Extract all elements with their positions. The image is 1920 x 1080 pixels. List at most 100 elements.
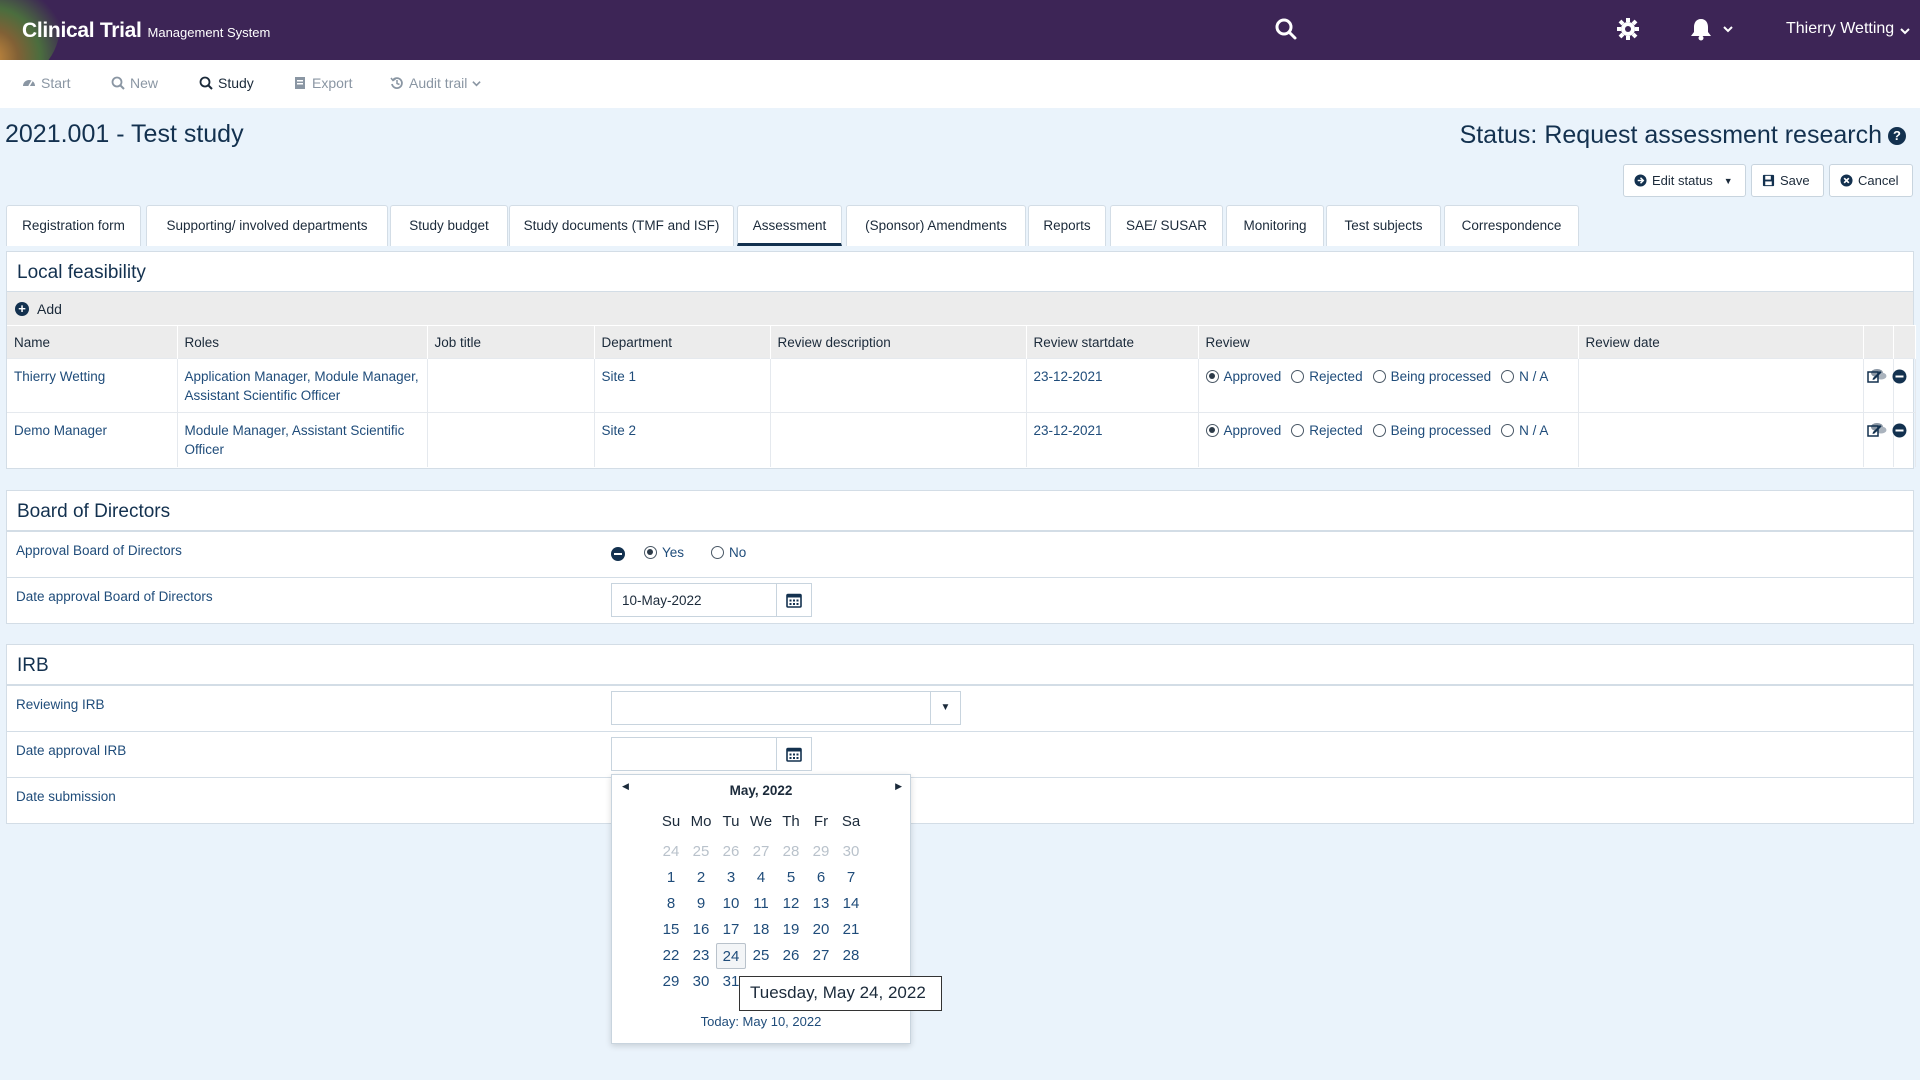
tab-sae-susar[interactable]: SAE/ SUSAR xyxy=(1110,205,1223,246)
calendar-day[interactable]: 9 xyxy=(686,891,716,917)
start-button[interactable]: Start xyxy=(22,75,71,91)
calendar-day[interactable]: 7 xyxy=(836,865,866,891)
tab-study-budget[interactable]: Study budget xyxy=(390,205,508,246)
tab-registration-form[interactable]: Registration form xyxy=(6,205,141,246)
save-button[interactable]: Save xyxy=(1751,164,1824,197)
audit-trail-label: Audit trail xyxy=(409,75,468,91)
notifications-chevron-down-icon[interactable] xyxy=(1722,22,1734,40)
radio-na[interactable]: N / A xyxy=(1501,421,1548,440)
calendar-day[interactable]: 11 xyxy=(746,891,776,917)
date-approval-board-input[interactable]: 10-May-2022 xyxy=(611,583,777,617)
calendar-day[interactable]: 19 xyxy=(776,917,806,943)
user-chevron-down-icon[interactable] xyxy=(1899,24,1911,42)
radio-no[interactable]: No xyxy=(711,545,746,560)
calendar-day[interactable]: 20 xyxy=(806,917,836,943)
calendar-day[interactable]: 1 xyxy=(656,865,686,891)
calendar-day[interactable]: 2 xyxy=(686,865,716,891)
tab-assessment[interactable]: Assessment xyxy=(737,205,842,246)
new-button[interactable]: New xyxy=(111,75,158,91)
calendar-day[interactable]: 12 xyxy=(776,891,806,917)
tab-study-documents[interactable]: Study documents (TMF and ISF) xyxy=(509,205,734,246)
calendar-day[interactable]: 22 xyxy=(656,943,686,969)
remove-icon[interactable] xyxy=(1892,423,1907,438)
calendar-day-other-month[interactable]: 26 xyxy=(716,839,746,865)
calendar-button[interactable] xyxy=(776,583,812,617)
search-icon[interactable] xyxy=(1274,17,1300,43)
reviewing-irb-select[interactable]: ▼ xyxy=(611,691,961,725)
radio-rejected[interactable]: Rejected xyxy=(1291,367,1363,386)
calendar-day[interactable]: 29 xyxy=(656,969,686,995)
help-icon[interactable]: ? xyxy=(1888,126,1906,145)
tab-correspondence[interactable]: Correspondence xyxy=(1444,205,1579,246)
column-header-review-description[interactable]: Review description xyxy=(770,325,1027,359)
export-button[interactable]: Export xyxy=(293,75,352,91)
remove-icon[interactable] xyxy=(1892,369,1907,384)
calendar-day[interactable]: 3 xyxy=(716,865,746,891)
tab-sponsor-amendments[interactable]: (Sponsor) Amendments xyxy=(846,205,1026,246)
calendar-day[interactable]: 15 xyxy=(656,917,686,943)
today-link[interactable]: Today: May 10, 2022 xyxy=(612,1014,910,1029)
calendar-day[interactable]: 6 xyxy=(806,865,836,891)
calendar-button[interactable] xyxy=(776,737,812,771)
radio-rejected[interactable]: Rejected xyxy=(1291,421,1363,440)
calendar-day[interactable]: 16 xyxy=(686,917,716,943)
calendar-day-other-month[interactable]: 28 xyxy=(776,839,806,865)
radio-yes[interactable]: Yes xyxy=(644,545,684,560)
bell-icon[interactable] xyxy=(1690,17,1716,43)
calendar-day[interactable]: 14 xyxy=(836,891,866,917)
calendar-day-other-month[interactable]: 27 xyxy=(746,839,776,865)
table-row: Thierry Wetting Application Manager, Mod… xyxy=(7,358,1916,413)
calendar-day[interactable]: 8 xyxy=(656,891,686,917)
calendar-day[interactable]: 28 xyxy=(836,943,866,969)
app-brand[interactable]: Clinical Trial Management System xyxy=(22,19,270,43)
calendar-day[interactable]: 13 xyxy=(806,891,836,917)
dashboard-icon xyxy=(23,80,35,87)
calendar-day[interactable]: 17 xyxy=(716,917,746,943)
gear-icon[interactable] xyxy=(1616,17,1642,43)
calendar-day[interactable]: 27 xyxy=(806,943,836,969)
calendar-day[interactable]: 23 xyxy=(686,943,716,969)
calendar-day[interactable]: 18 xyxy=(746,917,776,943)
radio-being-processed[interactable]: Being processed xyxy=(1372,421,1491,440)
radio-being-processed[interactable]: Being processed xyxy=(1372,367,1491,386)
calendar-day[interactable]: 5 xyxy=(776,865,806,891)
radio-approved[interactable]: Approved xyxy=(1205,421,1281,440)
calendar-day-other-month[interactable]: 29 xyxy=(806,839,836,865)
calendar-day[interactable]: 4 xyxy=(746,865,776,891)
calendar-day[interactable]: 26 xyxy=(776,943,806,969)
radio-na[interactable]: N / A xyxy=(1501,367,1548,386)
radio-approved[interactable]: Approved xyxy=(1205,367,1281,386)
cancel-button[interactable]: Cancel xyxy=(1829,164,1913,197)
edit-icon[interactable] xyxy=(1867,423,1882,438)
tab-test-subjects[interactable]: Test subjects xyxy=(1326,205,1441,246)
calendar-day[interactable]: 24 xyxy=(716,943,746,969)
column-header-roles[interactable]: Roles xyxy=(177,325,428,359)
date-approval-irb-input[interactable] xyxy=(611,737,777,771)
radio-na-dot xyxy=(1501,370,1515,383)
column-header-review[interactable]: Review xyxy=(1198,325,1579,359)
cell-roles: Module Manager, Assistant Scientific Off… xyxy=(177,412,428,467)
clear-selection-icon[interactable] xyxy=(611,547,625,561)
column-header-name[interactable]: Name xyxy=(7,325,178,359)
calendar-day[interactable]: 30 xyxy=(686,969,716,995)
edit-status-button[interactable]: Edit status ▼ xyxy=(1623,164,1746,197)
calendar-day-other-month[interactable]: 24 xyxy=(656,839,686,865)
edit-icon[interactable] xyxy=(1867,369,1882,384)
tab-monitoring[interactable]: Monitoring xyxy=(1226,205,1324,246)
column-header-review-date[interactable]: Review date xyxy=(1578,325,1864,359)
calendar-day[interactable]: 21 xyxy=(836,917,866,943)
calendar-day-other-month[interactable]: 25 xyxy=(686,839,716,865)
column-header-department[interactable]: Department xyxy=(594,325,771,359)
tab-supporting-departments[interactable]: Supporting/ involved departments xyxy=(146,205,388,246)
column-header-job-title[interactable]: Job title xyxy=(427,325,595,359)
calendar-day[interactable]: 25 xyxy=(746,943,776,969)
tab-reports[interactable]: Reports xyxy=(1028,205,1106,246)
next-month-arrow-icon[interactable]: ▶ xyxy=(895,781,902,792)
audit-trail-button[interactable]: Audit trail xyxy=(390,75,482,91)
user-menu[interactable]: Thierry Wetting xyxy=(1786,20,1894,38)
study-button[interactable]: Study xyxy=(199,75,254,91)
add-reviewer-button[interactable]: + Add xyxy=(7,292,1913,325)
calendar-day-other-month[interactable]: 30 xyxy=(836,839,866,865)
column-header-review-startdate[interactable]: Review startdate xyxy=(1026,325,1199,359)
calendar-day[interactable]: 10 xyxy=(716,891,746,917)
